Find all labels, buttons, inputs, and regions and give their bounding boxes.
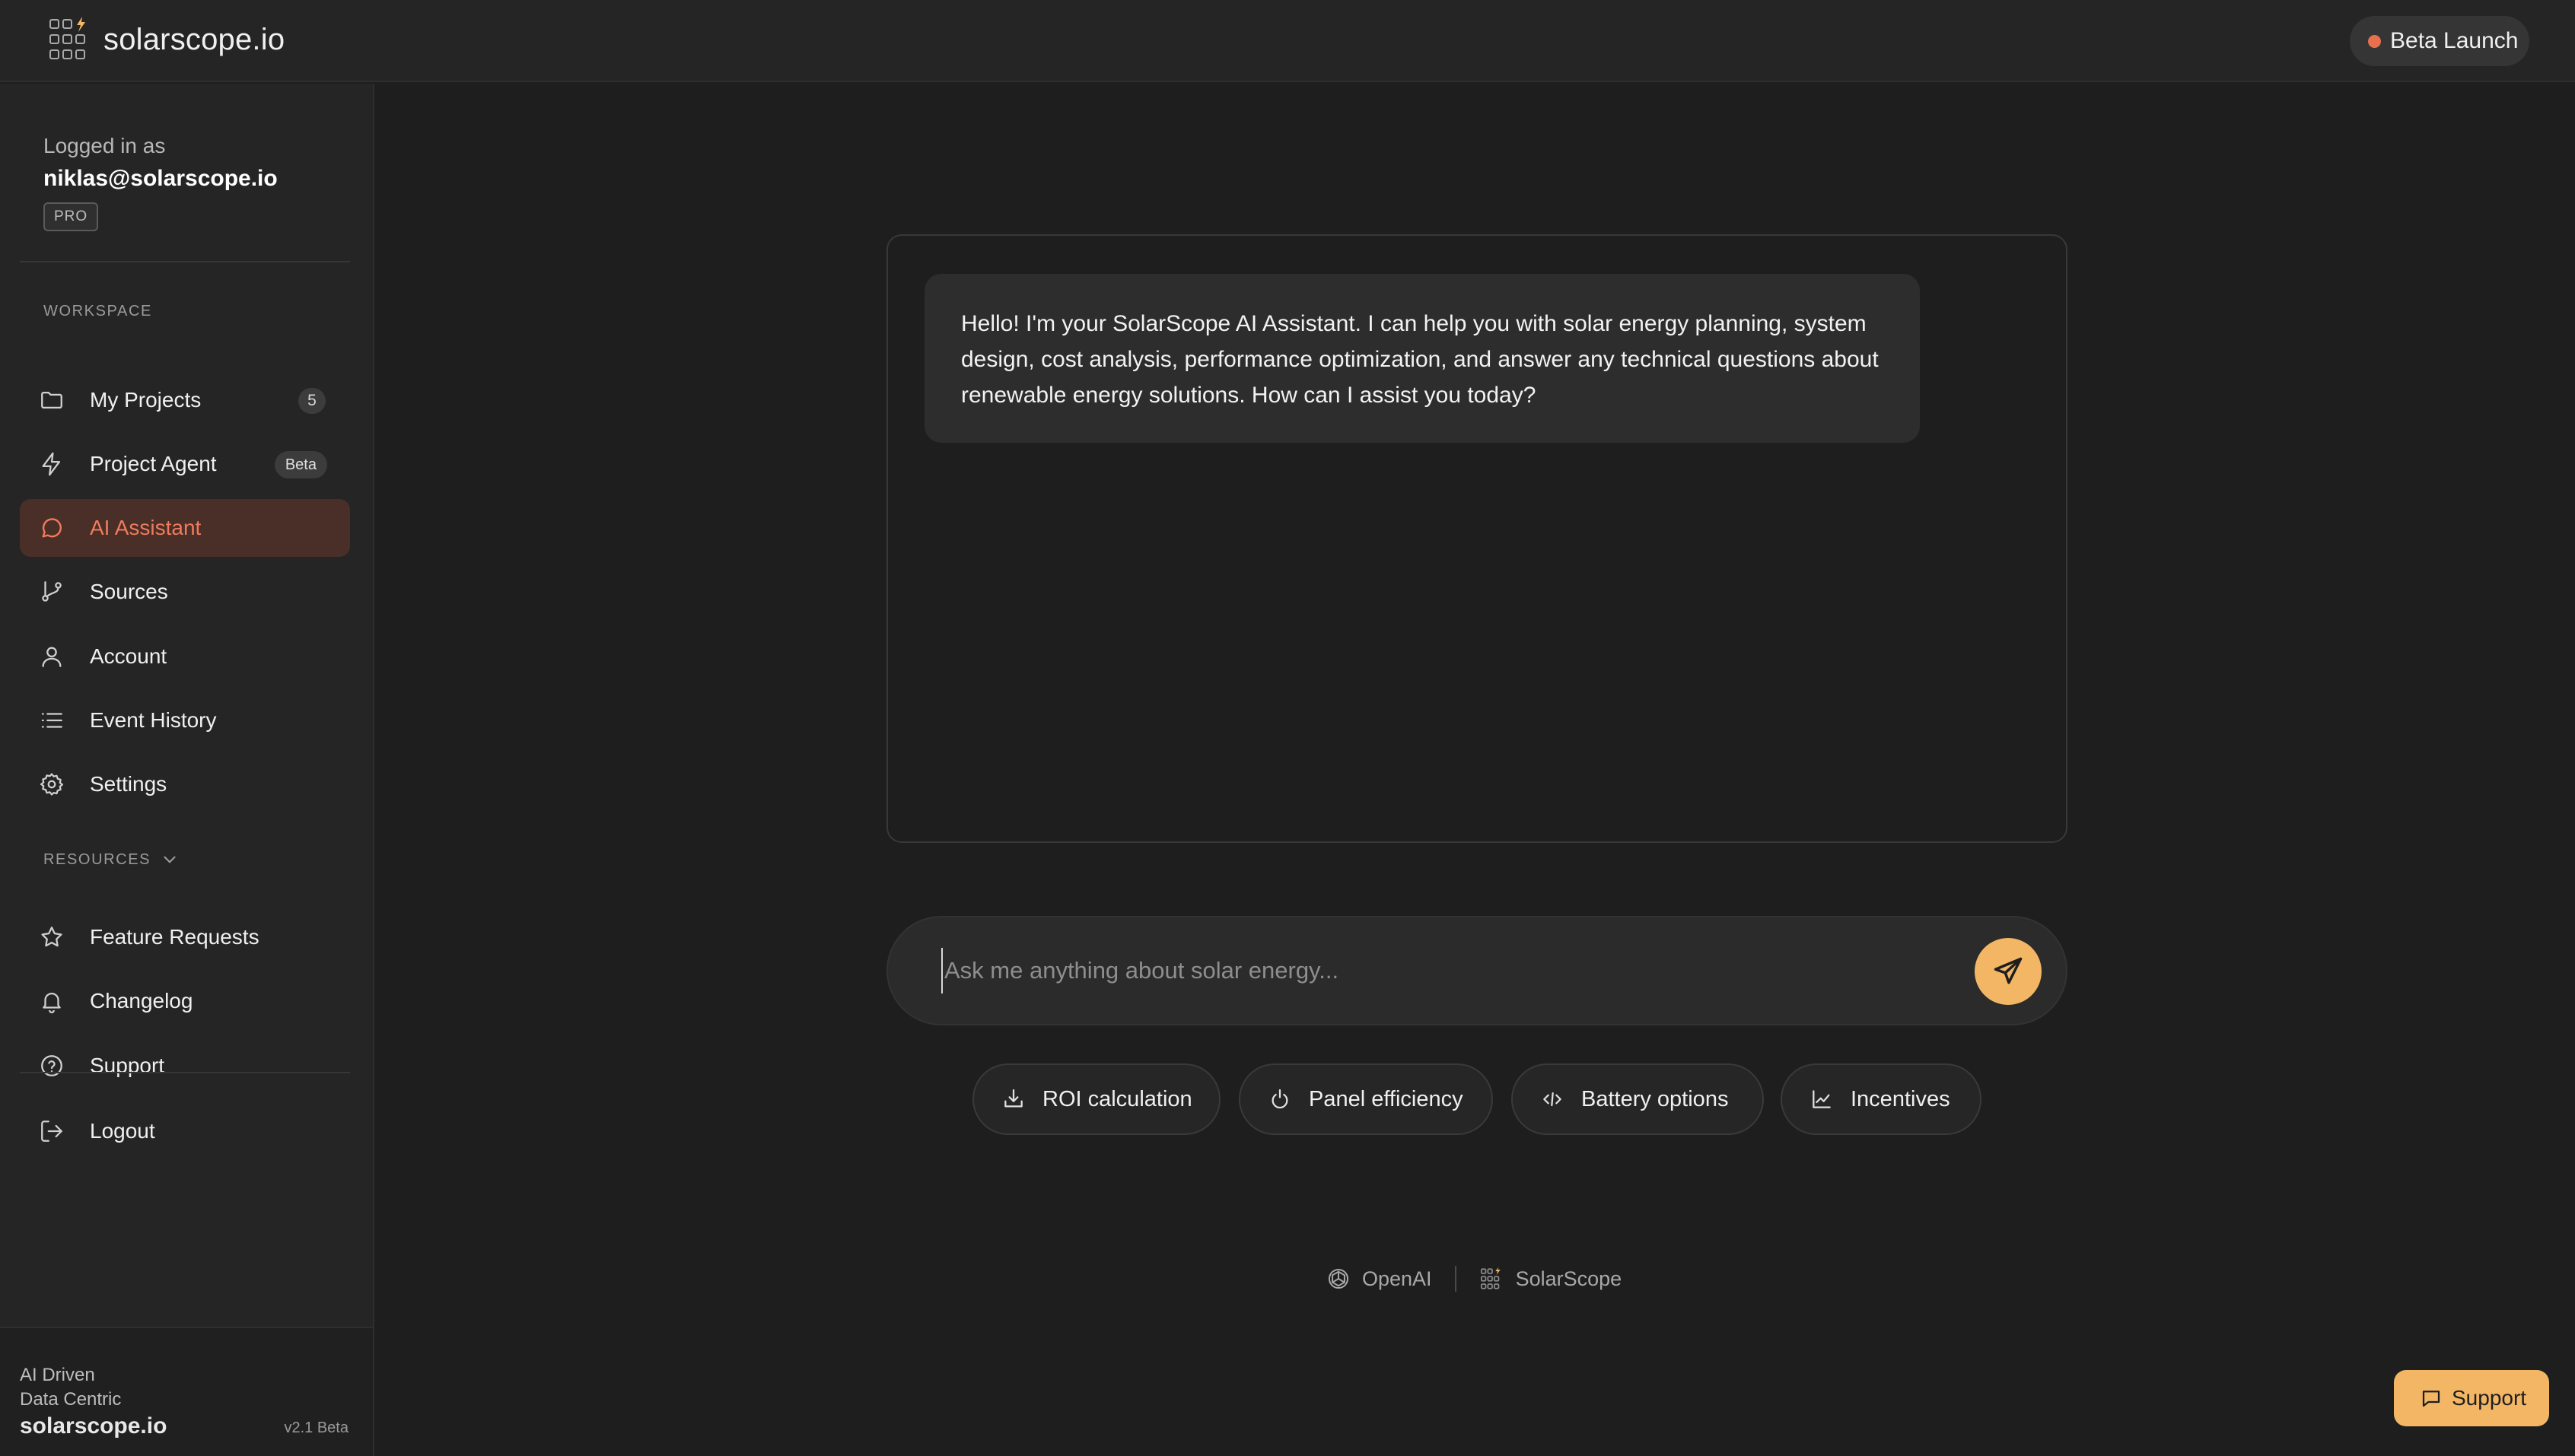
logged-in-label: Logged in as	[43, 134, 166, 157]
workspace-label: WORKSPACE	[43, 303, 152, 319]
chat-bubble-icon	[38, 514, 65, 542]
chat-window[interactable]: Hello! I'm your SolarScope AI Assistant.…	[886, 234, 2067, 843]
chat-input-bar	[886, 916, 2067, 1025]
status-dot-icon	[2368, 34, 2381, 48]
support-button[interactable]: Support	[2394, 1370, 2549, 1426]
sidebar-item-label: My Projects	[90, 388, 202, 412]
logout-icon	[38, 1117, 65, 1145]
plan-badge: PRO	[43, 202, 99, 231]
sidebar-item-changelog[interactable]: Changelog	[20, 972, 350, 1030]
message-square-icon	[2422, 1391, 2440, 1407]
resources-label: RESOURCES	[43, 850, 151, 868]
chevron-down-icon	[164, 856, 176, 863]
powered-by-solarscope: SolarScope	[1515, 1267, 1622, 1290]
user-email: niklas@solarscope.io	[43, 166, 278, 191]
sidebar-item-label: AI Assistant	[90, 516, 202, 539]
sidebar-item-label: Support	[90, 1054, 165, 1077]
sidebar-item-label: Feature Requests	[90, 925, 259, 949]
footer-tagline-1: AI Driven	[20, 1365, 95, 1385]
brand-logo[interactable]: solarscope.io	[47, 15, 285, 64]
suggestion-roi-calculation[interactable]: ROI calculation	[972, 1063, 1221, 1135]
send-button[interactable]	[1975, 938, 2042, 1005]
solarscope-grid-logo-icon	[49, 17, 85, 59]
suggestion-label: Battery options	[1581, 1086, 1729, 1111]
star-icon	[38, 924, 65, 951]
workspace-section-label: WORKSPACE	[43, 303, 152, 320]
chat-input[interactable]	[941, 948, 1930, 993]
brand-name: solarscope.io	[103, 22, 285, 56]
sidebar-item-event-history[interactable]: Event History	[20, 691, 350, 749]
powered-by: OpenAI SolarScope	[1326, 1266, 1622, 1292]
gear-icon	[38, 771, 65, 798]
logout-button[interactable]: Logout	[20, 1102, 350, 1160]
footer-brand: solarscope.io	[20, 1413, 167, 1439]
sidebar-divider	[20, 261, 350, 262]
sidebar-divider	[20, 1072, 350, 1073]
list-icon	[38, 707, 65, 734]
sidebar-item-support[interactable]: Support	[20, 1037, 350, 1095]
sidebar-item-ai-assistant[interactable]: AI Assistant	[20, 499, 350, 557]
sidebar-item-settings[interactable]: Settings	[20, 755, 350, 813]
beta-launch-label: Beta Launch	[2390, 28, 2519, 53]
sidebar-item-project-agent[interactable]: Project Agent Beta	[20, 435, 350, 493]
resources-section-toggle[interactable]: RESOURCES	[43, 850, 180, 869]
sidebar-footer: AI Driven Data Centric solarscope.io v2.…	[0, 1327, 373, 1456]
user-icon	[38, 643, 65, 670]
suggestion-battery-options[interactable]: Battery options	[1511, 1063, 1764, 1135]
bell-icon	[38, 987, 65, 1015]
assistant-message: Hello! I'm your SolarScope AI Assistant.…	[925, 274, 1920, 443]
sidebar-item-my-projects[interactable]: My Projects 5	[20, 371, 350, 429]
download-tray-icon	[1004, 1089, 1023, 1108]
version-label: v2.1 Beta	[284, 1419, 349, 1436]
sidebar-item-account[interactable]: Account	[20, 628, 350, 685]
powered-by-openai: OpenAI	[1362, 1267, 1432, 1290]
sidebar-item-feature-requests[interactable]: Feature Requests	[20, 908, 350, 966]
sidebar-item-label: Settings	[90, 772, 167, 796]
git-branch-icon	[38, 578, 65, 606]
suggestion-incentives[interactable]: Incentives	[1781, 1063, 1981, 1135]
logout-label: Logout	[90, 1119, 155, 1143]
suggestion-label: Panel efficiency	[1309, 1086, 1463, 1111]
power-icon	[1272, 1089, 1288, 1109]
code-arrows-icon	[1543, 1092, 1561, 1107]
beta-launch-pill[interactable]: Beta Launch	[2350, 16, 2529, 66]
help-circle-icon	[38, 1052, 65, 1079]
sidebar-item-sources[interactable]: Sources	[20, 563, 350, 621]
suggestion-label: Incentives	[1851, 1086, 1950, 1111]
suggestion-panel-efficiency[interactable]: Panel efficiency	[1239, 1063, 1493, 1135]
beta-badge: Beta	[274, 451, 327, 478]
projects-count-badge: 5	[298, 388, 326, 414]
sidebar: Logged in as niklas@solarscope.io PRO WO…	[0, 84, 374, 1456]
sidebar-item-label: Changelog	[90, 989, 193, 1013]
support-button-label: Support	[2452, 1386, 2527, 1410]
folder-icon	[38, 386, 65, 414]
sidebar-item-label: Account	[90, 644, 167, 668]
sidebar-item-label: Project Agent	[90, 452, 217, 475]
sidebar-item-label: Event History	[90, 708, 217, 732]
footer-tagline-2: Data Centric	[20, 1389, 122, 1410]
line-chart-icon	[1813, 1090, 1831, 1108]
lightning-icon	[38, 450, 65, 478]
openai-logo-icon	[1328, 1268, 1349, 1289]
powered-by-separator	[1454, 1266, 1456, 1292]
send-icon	[1994, 957, 2023, 984]
suggestion-label: ROI calculation	[1042, 1086, 1192, 1111]
top-bar: solarscope.io Beta Launch	[0, 0, 2575, 82]
user-info: Logged in as niklas@solarscope.io PRO	[43, 134, 278, 231]
sidebar-item-label: Sources	[90, 580, 168, 603]
solarscope-grid-logo-icon	[1480, 1267, 1501, 1289]
